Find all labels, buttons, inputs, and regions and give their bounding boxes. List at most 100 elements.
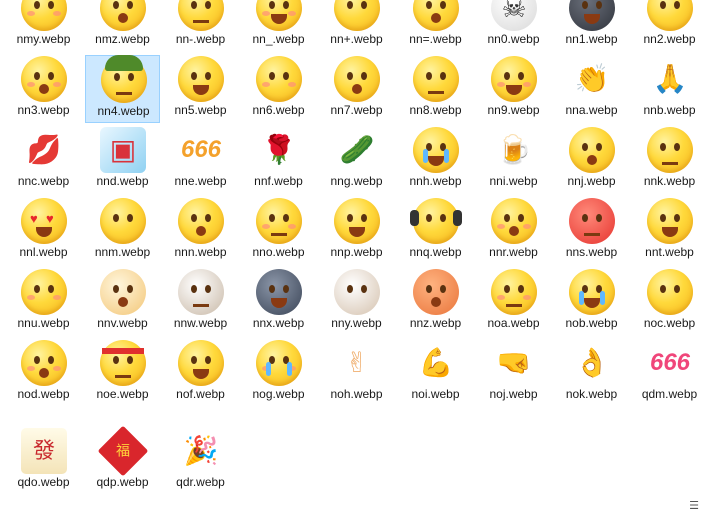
file-item[interactable]: 666 nne.webp	[163, 126, 238, 194]
file-item[interactable]: noa.webp	[476, 268, 551, 336]
file-name: nn8.webp	[409, 103, 462, 117]
file-item[interactable]: nnn.webp	[163, 197, 238, 265]
emoji-feature	[191, 285, 197, 293]
emoji-feature	[497, 82, 505, 87]
emoji-feature	[518, 72, 524, 80]
file-item[interactable]: 🎉 qdr.webp	[163, 427, 238, 495]
emoji-feature	[193, 85, 209, 95]
file-item[interactable]: 🙏 nnb.webp	[632, 55, 705, 123]
file-item[interactable]: nmz.webp	[85, 0, 160, 52]
emoji-feature	[53, 11, 61, 16]
file-item[interactable]: nn=.webp	[398, 0, 473, 52]
file-name: nnf.webp	[254, 174, 303, 188]
file-item[interactable]: nn+.webp	[319, 0, 394, 52]
file-item[interactable]: noc.webp	[632, 268, 705, 336]
file-item[interactable]: nn6.webp	[241, 55, 316, 123]
file-item[interactable]: nnx.webp	[241, 268, 316, 336]
emoji-feature	[205, 1, 211, 9]
file-item[interactable]: nn8.webp	[398, 55, 473, 123]
file-item[interactable]: nog.webp	[241, 339, 316, 407]
file-item[interactable]: nn7.webp	[319, 55, 394, 123]
emoji-feature	[523, 82, 531, 87]
emoji-feature	[191, 214, 197, 222]
emoji-feature	[271, 298, 287, 308]
file-item[interactable]: nn2.webp	[632, 0, 705, 52]
file-item[interactable]: ✌ noh.webp	[319, 339, 394, 407]
file-item[interactable]: 💪 noi.webp	[398, 339, 473, 407]
emoji-feature	[127, 356, 133, 364]
emoji-feature	[506, 300, 522, 307]
file-item[interactable]: nn5.webp	[163, 55, 238, 123]
file-item[interactable]: 福 qdp.webp	[85, 425, 160, 495]
file-item[interactable]: ♥ ♥ nnl.webp	[6, 197, 81, 265]
sweat-glance-emoji-icon	[413, 56, 459, 102]
file-item[interactable]: ☠ nn0.webp	[476, 0, 551, 52]
file-item[interactable]: ▣ nnd.webp	[85, 126, 160, 194]
file-name: nok.webp	[565, 387, 618, 401]
file-item[interactable]: noe.webp	[85, 339, 160, 407]
file-item[interactable]: 發 qdo.webp	[6, 427, 81, 495]
file-item[interactable]: nnj.webp	[554, 126, 629, 194]
file-item[interactable]: nnm.webp	[85, 197, 160, 265]
file-name: nnw.webp	[173, 316, 228, 330]
file-item[interactable]: nof.webp	[163, 339, 238, 407]
file-item[interactable]: nno.webp	[241, 197, 316, 265]
emoji-feature	[497, 295, 505, 300]
rainbow-vomit-emoji-icon	[178, 340, 224, 386]
emoji-feature	[48, 285, 54, 293]
file-item[interactable]: nn-.webp	[163, 0, 238, 52]
file-name: noc.webp	[643, 316, 696, 330]
file-item[interactable]: nn9.webp	[476, 55, 551, 123]
wailing-emoji-icon	[256, 340, 302, 386]
file-item[interactable]: nnv.webp	[85, 268, 160, 336]
file-item[interactable]: nnp.webp	[319, 197, 394, 265]
emoji-feature	[504, 214, 510, 222]
file-item[interactable]: nnh.webp	[398, 126, 473, 194]
file-item[interactable]: nob.webp	[554, 268, 629, 336]
emoji-feature: 🎉	[183, 435, 219, 466]
file-item[interactable]: nn_.webp	[241, 0, 316, 52]
view-toggle-icon[interactable]: ☰	[686, 500, 702, 512]
file-item[interactable]: 🤜 noj.webp	[476, 339, 551, 407]
file-name: nmy.webp	[16, 32, 71, 46]
file-item[interactable]: 666 qdm.web​p	[632, 339, 705, 407]
file-item[interactable]: nnk.webp	[632, 126, 705, 194]
file-item[interactable]: 🥒 nng.webp	[319, 126, 394, 194]
file-item[interactable]: nnt.webp	[632, 197, 705, 265]
file-item[interactable]: nnr.webp	[476, 197, 551, 265]
file-item[interactable]: 👌 nok.webp	[554, 339, 629, 407]
file-item[interactable]: 🍺 nni.webp	[476, 126, 551, 194]
file-item[interactable]: nnw.webp	[163, 268, 238, 336]
emoji-feature	[283, 72, 289, 80]
file-item[interactable]: nmy.webp	[6, 0, 81, 52]
emoji-feature	[440, 72, 446, 80]
file-item[interactable]: nnq.webp	[398, 197, 473, 265]
emoji-feature	[523, 224, 531, 229]
emoji-feature	[674, 143, 680, 151]
file-item[interactable]: nod.webp	[6, 339, 81, 407]
file-item[interactable]: 🌹 nnf.webp	[241, 126, 316, 194]
file-name: noj.webp	[489, 387, 538, 401]
file-item[interactable]: nnu.webp	[6, 268, 81, 336]
file-item[interactable]: nn3.webp	[6, 55, 81, 123]
file-item[interactable]: nny.webp	[319, 268, 394, 336]
emoji-feature: 🌹	[261, 134, 297, 165]
rose-icon: 🌹	[256, 127, 302, 173]
emoji-feature	[347, 285, 353, 293]
file-item[interactable]: nnz.webp	[398, 268, 473, 336]
emoji-feature	[410, 210, 419, 226]
emoji-feature: 666	[180, 136, 222, 163]
file-item[interactable]: 💋 nnc.webp	[6, 126, 81, 194]
emoji-feature	[283, 214, 289, 222]
file-item[interactable]: nn1.webp	[554, 0, 629, 52]
file-name: nne.webp	[174, 174, 227, 188]
emoji-feature	[423, 149, 428, 163]
laugh-cry-emoji-icon	[569, 269, 615, 315]
file-item[interactable]: nns.webp	[554, 197, 629, 265]
file-item[interactable]: nn4.webp	[85, 55, 160, 123]
file-name: nn_.webp	[252, 32, 305, 46]
file-item[interactable]: 👏 nna.webp	[554, 55, 629, 123]
emoji-feature	[36, 227, 52, 237]
file-name: nnu.webp	[17, 316, 70, 330]
emoji-feature	[191, 356, 197, 364]
